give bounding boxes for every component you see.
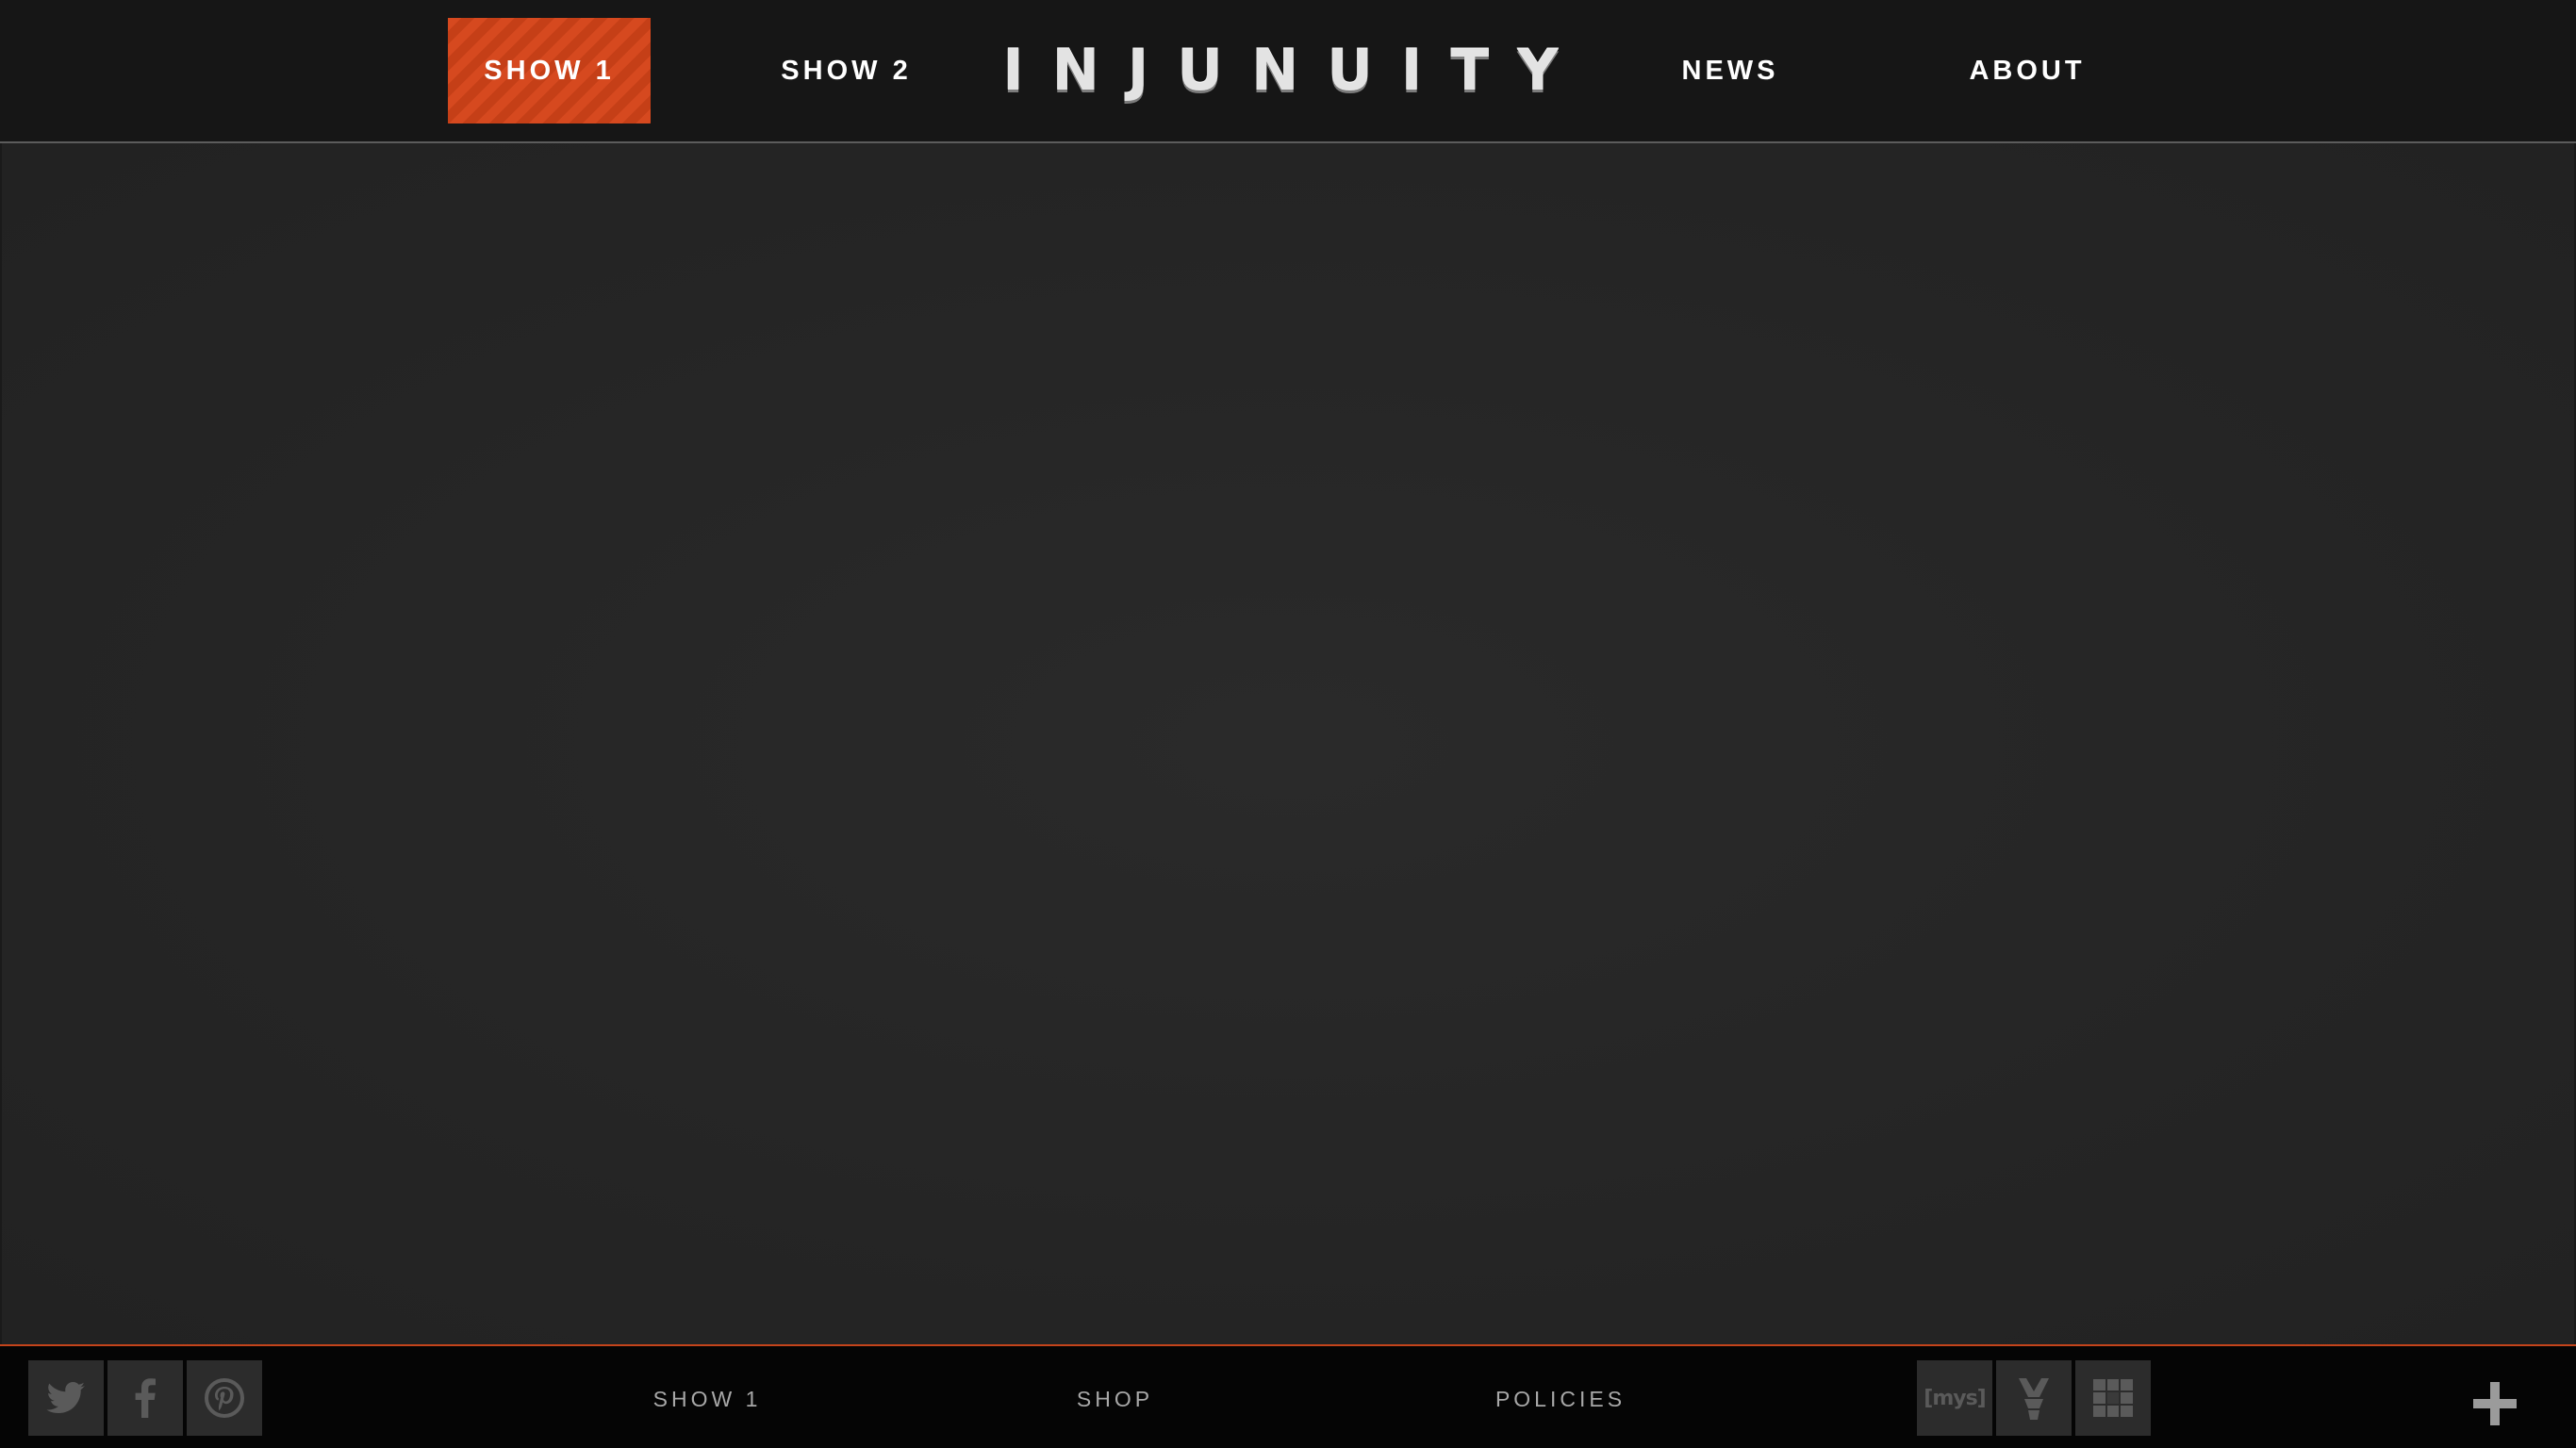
footer-bar: SHOW 1 SHOP POLICIES [mys] <box>0 1344 2576 1448</box>
expand-button[interactable] <box>2471 1380 2518 1427</box>
plus-icon <box>2490 1382 2500 1425</box>
twitter-icon <box>46 1382 85 1413</box>
footer-link-label: SHOP <box>1076 1386 1154 1411</box>
logo-text: INJUNUITY <box>1002 38 1587 104</box>
facebook-button[interactable] <box>107 1360 183 1436</box>
yelp-button[interactable] <box>1996 1360 2072 1436</box>
yelp-icon <box>2019 1378 2049 1420</box>
footer-link-shop[interactable]: SHOP <box>1037 1380 1193 1418</box>
myspace-button[interactable]: [mys] <box>1917 1360 1992 1436</box>
page: SHOW 1 SHOW 2 INJUNUITY NEWS ABOUT SHOW … <box>0 0 2576 1448</box>
nav-item-show-1[interactable]: SHOW 1 <box>448 18 651 123</box>
nav-item-label: SHOW 1 <box>484 55 615 86</box>
twitter-button[interactable] <box>28 1360 104 1436</box>
grid-icon <box>2093 1379 2133 1417</box>
footer-link-label: SHOW 1 <box>652 1386 762 1411</box>
footer-link-show-1[interactable]: SHOW 1 <box>603 1380 811 1418</box>
nav-item-news[interactable]: NEWS <box>1627 18 1834 123</box>
nav-item-about[interactable]: ABOUT <box>1924 18 2131 123</box>
pinterest-button[interactable] <box>187 1360 262 1436</box>
main-content-area <box>0 143 2576 1344</box>
grid-button[interactable] <box>2075 1360 2151 1436</box>
site-logo[interactable]: INJUNUITY <box>1002 38 1558 104</box>
header-nav-bar: SHOW 1 SHOW 2 INJUNUITY NEWS ABOUT <box>0 0 2576 143</box>
myspace-icon: [mys] <box>1924 1386 1986 1410</box>
nav-item-show-2[interactable]: SHOW 2 <box>745 18 948 123</box>
nav-item-label: SHOW 2 <box>781 55 912 86</box>
facebook-icon <box>135 1378 156 1418</box>
nav-item-label: ABOUT <box>1969 55 2086 86</box>
footer-link-policies[interactable]: POLICIES <box>1466 1380 1655 1418</box>
footer-link-label: POLICIES <box>1494 1386 1627 1411</box>
nav-item-label: NEWS <box>1681 55 1779 86</box>
pinterest-icon <box>205 1378 244 1418</box>
